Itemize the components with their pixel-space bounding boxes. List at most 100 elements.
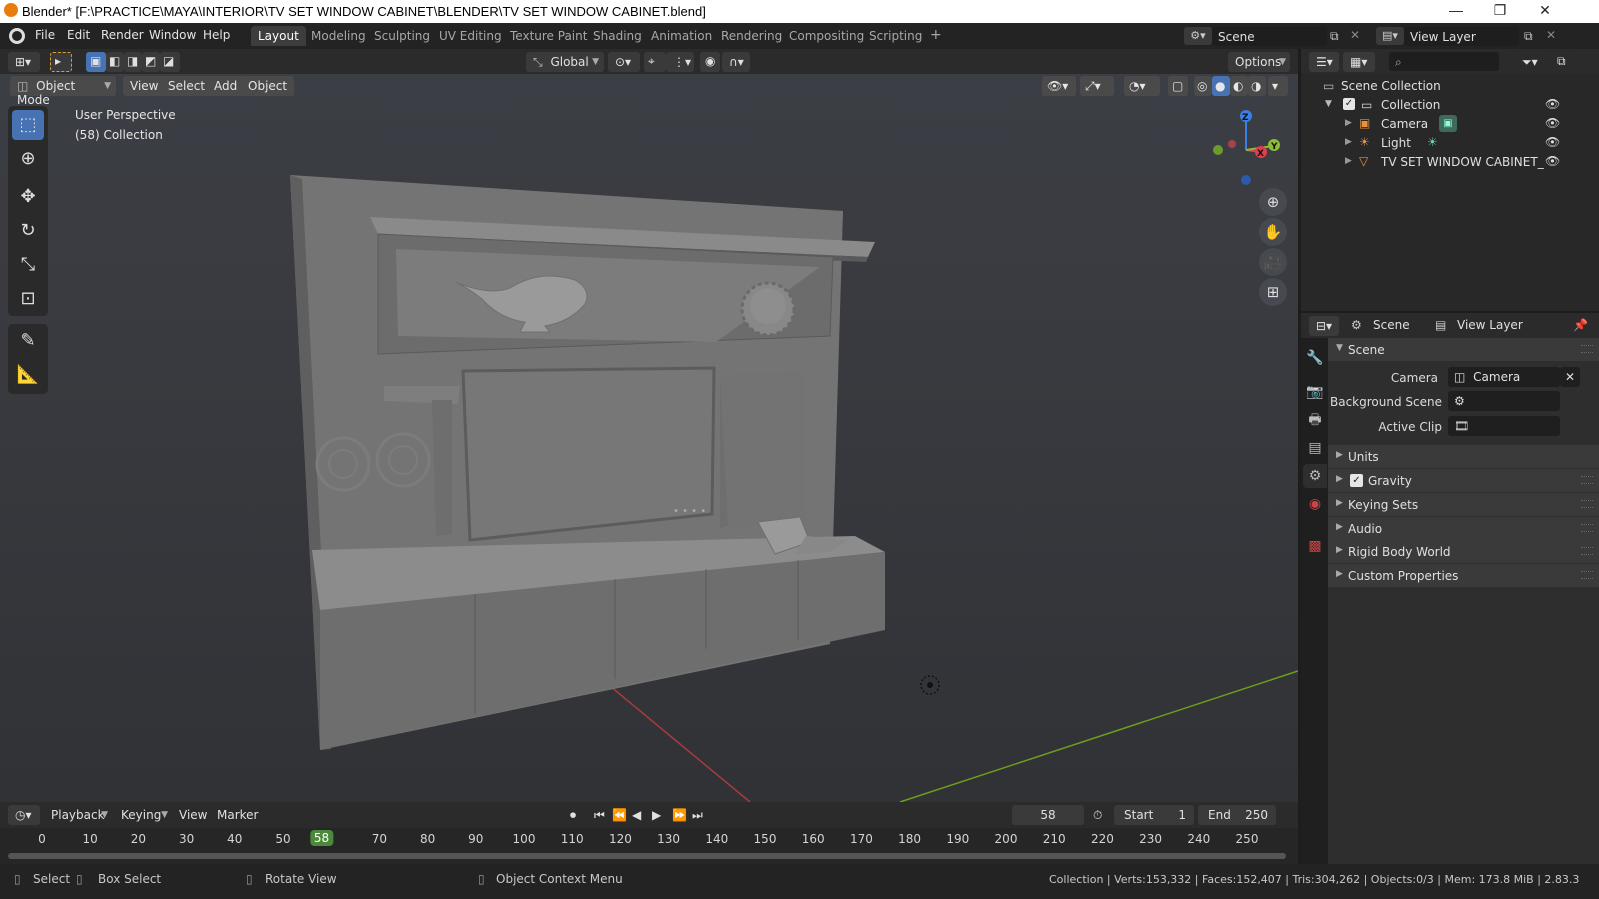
- jump-end-icon[interactable]: ⏭: [690, 805, 706, 825]
- workspace-tab-layout[interactable]: Layout: [251, 26, 306, 46]
- timeline-view-menu[interactable]: View: [172, 805, 215, 825]
- expand-arrow-icon[interactable]: ▼: [1325, 99, 1332, 109]
- record-button-icon[interactable]: ⏺: [566, 805, 586, 825]
- outliner-row-camera[interactable]: ▶ ▣ Camera ▣ 👁: [1301, 114, 1599, 134]
- workspace-tab-sculpting[interactable]: Sculpting: [367, 26, 437, 46]
- preview-range-icon[interactable]: ⏱: [1090, 805, 1110, 825]
- workspace-tab-texture-paint[interactable]: Texture Paint: [503, 26, 594, 46]
- properties-editor-type-icon[interactable]: ⊟▾: [1309, 316, 1339, 336]
- workspace-tab-shading[interactable]: Shading: [586, 26, 649, 46]
- jump-keyframe-back-icon[interactable]: ⏪: [610, 805, 628, 825]
- eye-icon[interactable]: 👁: [1545, 116, 1560, 130]
- selection-mode-intersect-icon[interactable]: ◪: [160, 52, 180, 72]
- outliner-search-input[interactable]: ⌕: [1389, 52, 1499, 71]
- add-workspace-button[interactable]: +: [924, 26, 948, 46]
- workspace-tab-rendering[interactable]: Rendering: [714, 26, 789, 46]
- end-frame-field[interactable]: End 250: [1198, 805, 1276, 825]
- active-clip-field[interactable]: 🎞: [1448, 416, 1560, 436]
- current-frame-field[interactable]: 58: [1012, 805, 1084, 825]
- shading-wireframe-icon[interactable]: ◎: [1194, 76, 1212, 96]
- transform-orientation-dropdown[interactable]: ⤡ Global ▼: [526, 52, 604, 72]
- object-menu[interactable]: Object: [241, 76, 295, 96]
- select-box-tool-icon[interactable]: ⬚: [12, 110, 44, 140]
- view-layer-tab-icon[interactable]: ▤: [1303, 436, 1327, 460]
- delete-view-layer-icon[interactable]: ✕: [1546, 28, 1556, 42]
- measure-tool-icon[interactable]: 📐: [12, 360, 44, 390]
- overlay-toggle-icon[interactable]: ◔▾: [1124, 76, 1160, 96]
- render-tab-icon[interactable]: 📷: [1303, 380, 1327, 404]
- editor-type-icon[interactable]: ⊞▾: [8, 52, 40, 72]
- xray-toggle-icon[interactable]: ▢: [1168, 76, 1188, 96]
- rotate-tool-icon[interactable]: ↻: [12, 216, 44, 246]
- navigation-gizmo[interactable]: Z X Y: [1206, 108, 1286, 188]
- background-scene-field[interactable]: ⚙: [1448, 391, 1560, 411]
- menu-file[interactable]: File: [35, 28, 55, 42]
- scene-panel-header[interactable]: ▼ Scene: [1328, 338, 1599, 361]
- eye-icon[interactable]: 👁: [1545, 97, 1560, 111]
- transform-tool-icon[interactable]: ⊡: [12, 284, 44, 314]
- workspace-tab-modeling[interactable]: Modeling: [304, 26, 373, 46]
- proportional-editing-icon[interactable]: ◉: [700, 52, 720, 72]
- workspace-tab-uv-editing[interactable]: UV Editing: [432, 26, 509, 46]
- filter-dropdown-icon[interactable]: ⏷▾: [1515, 52, 1547, 72]
- blender-menu-icon[interactable]: [9, 28, 25, 44]
- options-dropdown[interactable]: Options ▼: [1228, 52, 1290, 72]
- eye-icon[interactable]: 👁: [1545, 154, 1560, 168]
- pan-hand-icon[interactable]: ✋: [1259, 218, 1287, 246]
- shading-options-dropdown[interactable]: ▾: [1268, 76, 1288, 96]
- play-icon[interactable]: ▶: [650, 805, 666, 825]
- visibility-dropdown[interactable]: 👁▾: [1042, 76, 1076, 96]
- menu-help[interactable]: Help: [203, 28, 230, 42]
- scene-name-field[interactable]: Scene: [1212, 27, 1327, 46]
- move-tool-icon[interactable]: ✥: [12, 182, 44, 212]
- maximize-button[interactable]: ❐: [1485, 2, 1515, 19]
- eye-icon[interactable]: 👁: [1545, 135, 1560, 149]
- new-scene-icon[interactable]: ⧉: [1330, 29, 1339, 44]
- outliner-row-scene-collection[interactable]: ▭ Scene Collection: [1301, 76, 1599, 96]
- properties-view-layer-label[interactable]: View Layer: [1457, 318, 1523, 332]
- new-collection-icon[interactable]: ⧉: [1553, 52, 1575, 72]
- view-menu[interactable]: View: [123, 76, 166, 96]
- pin-icon[interactable]: 📌: [1573, 318, 1588, 332]
- camera-prop-field[interactable]: ◫ Camera: [1448, 367, 1560, 387]
- timeline-editor-type-icon[interactable]: ◷▾: [8, 805, 40, 825]
- mode-dropdown[interactable]: ◫ Object Mode ▼: [10, 76, 116, 107]
- rigid-body-world-panel[interactable]: ▶ Rigid Body World: [1328, 540, 1599, 563]
- audio-panel[interactable]: ▶ Audio: [1328, 517, 1599, 540]
- expand-arrow-icon[interactable]: ▶: [1345, 118, 1352, 128]
- select-menu[interactable]: Select: [161, 76, 213, 96]
- marker-menu[interactable]: Marker: [210, 805, 266, 825]
- minimize-button[interactable]: —: [1441, 2, 1471, 18]
- tool-tab-icon[interactable]: 🔧: [1303, 346, 1327, 370]
- expand-arrow-icon[interactable]: ▶: [1345, 137, 1352, 147]
- proportional-falloff-dropdown[interactable]: ∩▾: [722, 52, 750, 72]
- ortho-toggle-icon[interactable]: ⊞: [1259, 278, 1287, 306]
- jump-keyframe-forward-icon[interactable]: ⏩: [670, 805, 688, 825]
- light-data-icon[interactable]: ☀: [1427, 135, 1438, 149]
- gizmo-toggle-icon[interactable]: ⤢▾: [1080, 76, 1114, 96]
- view-layer-selector-icon[interactable]: ▤▾: [1376, 27, 1404, 45]
- drag-grip-icon[interactable]: [1581, 547, 1593, 555]
- drag-grip-icon[interactable]: [1581, 345, 1593, 353]
- camera-data-icon[interactable]: ▣: [1439, 115, 1457, 132]
- play-reverse-icon[interactable]: ◀: [630, 805, 646, 825]
- outliner-row-mesh[interactable]: ▶ ▽ TV SET WINDOW CABINET_ 👁: [1301, 152, 1599, 172]
- pivot-point-dropdown[interactable]: ⊙▾: [608, 52, 640, 72]
- scene-selector-icon[interactable]: ⚙▾: [1184, 27, 1212, 45]
- menu-edit[interactable]: Edit: [67, 28, 90, 42]
- annotate-tool-icon[interactable]: ✎: [12, 326, 44, 356]
- workspace-tab-animation[interactable]: Animation: [644, 26, 719, 46]
- shading-rendered-icon[interactable]: ◑: [1248, 76, 1266, 96]
- keying-sets-panel[interactable]: ▶ Keying Sets: [1328, 493, 1599, 516]
- drag-grip-icon[interactable]: [1581, 571, 1593, 579]
- display-mode-dropdown[interactable]: ▦▾: [1343, 52, 1375, 72]
- timeline-scrollbar[interactable]: [8, 853, 1286, 859]
- playback-menu[interactable]: Playback ▼: [44, 805, 112, 825]
- view-layer-name-field[interactable]: View Layer: [1404, 27, 1519, 46]
- snap-toggle-icon[interactable]: ⌖: [644, 52, 666, 72]
- snap-target-dropdown[interactable]: ⋮▾: [666, 52, 694, 72]
- world-tab-icon[interactable]: ◉: [1303, 492, 1327, 516]
- units-panel[interactable]: ▶ Units: [1328, 445, 1599, 468]
- cursor-tool-icon[interactable]: ⊕: [12, 144, 44, 174]
- workspace-tab-compositing[interactable]: Compositing: [782, 26, 871, 46]
